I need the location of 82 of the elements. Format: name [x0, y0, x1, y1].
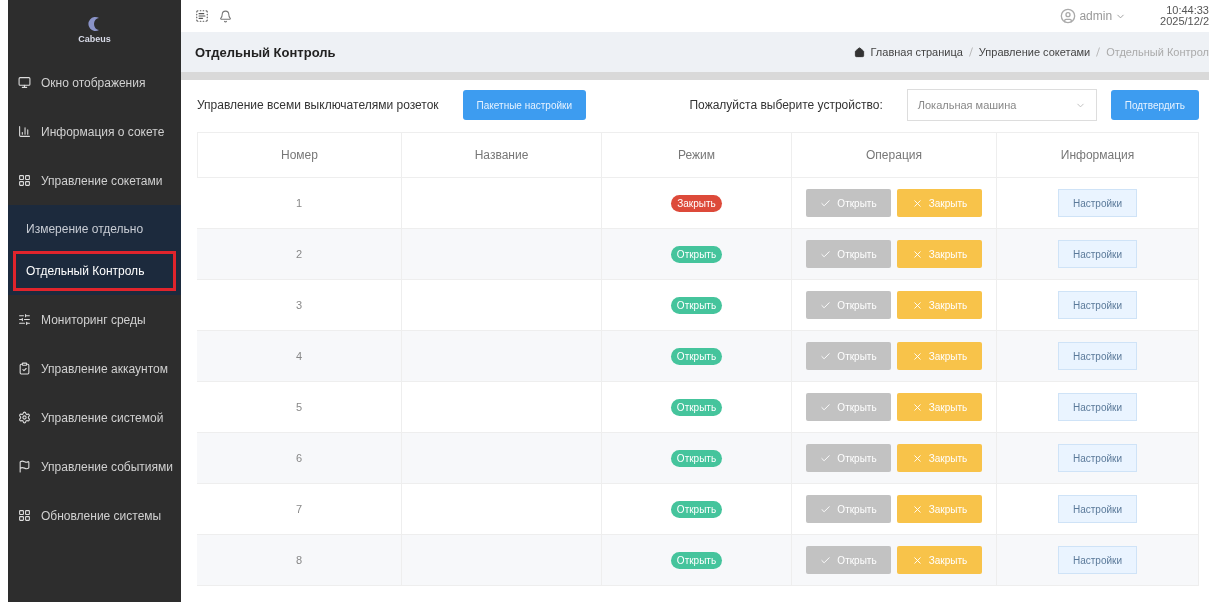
mode-tag: Открыть	[670, 296, 723, 314]
submenu-item[interactable]: Измерение отдельно	[13, 209, 176, 249]
close-icon	[911, 452, 923, 464]
column-header: Название	[402, 132, 602, 178]
close-icon	[911, 350, 923, 362]
batch-settings-button[interactable]: Пакетные настройки	[462, 90, 587, 120]
flag-icon	[18, 460, 31, 473]
mode-tag: Открыть	[670, 347, 723, 365]
breadcrumb-link[interactable]: Главная страница	[870, 46, 963, 58]
separator-icon	[1096, 47, 1101, 57]
clipboard-icon	[18, 362, 31, 375]
settings-button[interactable]: Настройки	[1058, 546, 1137, 574]
grid-icon	[18, 509, 31, 522]
close-icon	[911, 401, 923, 413]
settings-button[interactable]: Настройки	[1058, 495, 1137, 523]
settings-icon	[18, 411, 31, 424]
close-icon	[911, 554, 923, 566]
number-cell: 3	[197, 280, 402, 331]
sidebar-item[interactable]: Управление системой	[8, 393, 181, 442]
breadcrumb-link[interactable]: Управление сокетами	[978, 46, 1091, 58]
settings-button[interactable]: Настройки	[1058, 189, 1137, 217]
close-icon	[911, 197, 923, 209]
settings-button[interactable]: Настройки	[1058, 444, 1137, 472]
breadcrumb-link[interactable]: Отдельный Контрол	[1106, 46, 1209, 58]
sidebar-item[interactable]: Информация о сокете	[8, 107, 181, 156]
bar-chart-icon	[18, 125, 31, 138]
submenu-item[interactable]: Отдельный Контроль	[13, 251, 176, 291]
number-cell: 6	[197, 433, 402, 484]
user-name[interactable]: admin	[1079, 9, 1113, 23]
grid-icon	[18, 174, 31, 187]
settings-button[interactable]: Настройки	[1058, 291, 1137, 319]
column-header: Информация	[997, 132, 1199, 178]
number-cell: 4	[197, 331, 402, 382]
check-icon	[820, 248, 832, 260]
check-icon	[820, 401, 832, 413]
check-icon	[820, 503, 832, 515]
sidebar-item[interactable]: Окно отображения	[8, 58, 181, 107]
mode-tag: Открыть	[670, 551, 723, 569]
mode-tag: Открыть	[670, 245, 723, 263]
mode-tag: Открыть	[670, 398, 723, 416]
separator-icon	[968, 47, 973, 57]
confirm-button[interactable]: Подтвердить	[1110, 90, 1199, 120]
sidebar-item[interactable]: Управление сокетами	[8, 156, 181, 205]
home-icon	[853, 46, 865, 58]
clock-date: 2025/12/2	[1160, 16, 1209, 27]
close-icon	[911, 299, 923, 311]
mode-tag: Открыть	[670, 500, 723, 518]
page-title: Отдельный Контроль	[195, 44, 336, 60]
monitor-icon	[18, 76, 31, 89]
bell-icon[interactable]	[219, 9, 232, 23]
column-header: Операция	[792, 132, 997, 178]
check-icon	[820, 350, 832, 362]
device-label: Пожалуйста выберите устройство:	[689, 98, 883, 112]
number-cell: 2	[197, 229, 402, 280]
sliders-icon	[18, 313, 31, 326]
sidebar-item[interactable]: Обновление системы	[8, 491, 181, 540]
number-cell: 1	[197, 178, 402, 229]
close-icon	[911, 503, 923, 515]
sidebar-item[interactable]: Управление аккаунтом	[8, 344, 181, 393]
number-cell: 5	[197, 382, 402, 433]
logo-text: Cabeus	[78, 33, 111, 44]
sidebar-item[interactable]: Мониторинг среды	[8, 295, 181, 344]
settings-button[interactable]: Настройки	[1058, 393, 1137, 421]
settings-button[interactable]: Настройки	[1058, 240, 1137, 268]
column-header: Режим	[602, 132, 792, 178]
number-cell: 7	[197, 484, 402, 535]
toolbar-label: Управление всеми выключателями розеток	[197, 98, 439, 112]
clock-time: 10:44:33	[1166, 5, 1209, 16]
number-cell: 8	[197, 535, 402, 586]
check-icon	[820, 554, 832, 566]
mode-tag: Закрыть	[671, 194, 722, 212]
user-avatar-icon	[1060, 8, 1077, 24]
check-icon	[820, 299, 832, 311]
close-icon	[911, 248, 923, 260]
check-icon	[820, 197, 832, 209]
settings-button[interactable]: Настройки	[1058, 342, 1137, 370]
device-select[interactable]: Локальная машина	[906, 89, 1097, 121]
check-icon	[820, 452, 832, 464]
mode-tag: Открыть	[670, 449, 723, 467]
sidebar-item[interactable]: Управление событиями	[8, 442, 181, 491]
column-header: Номер	[197, 132, 402, 178]
menu-toggle-icon[interactable]	[195, 9, 209, 23]
